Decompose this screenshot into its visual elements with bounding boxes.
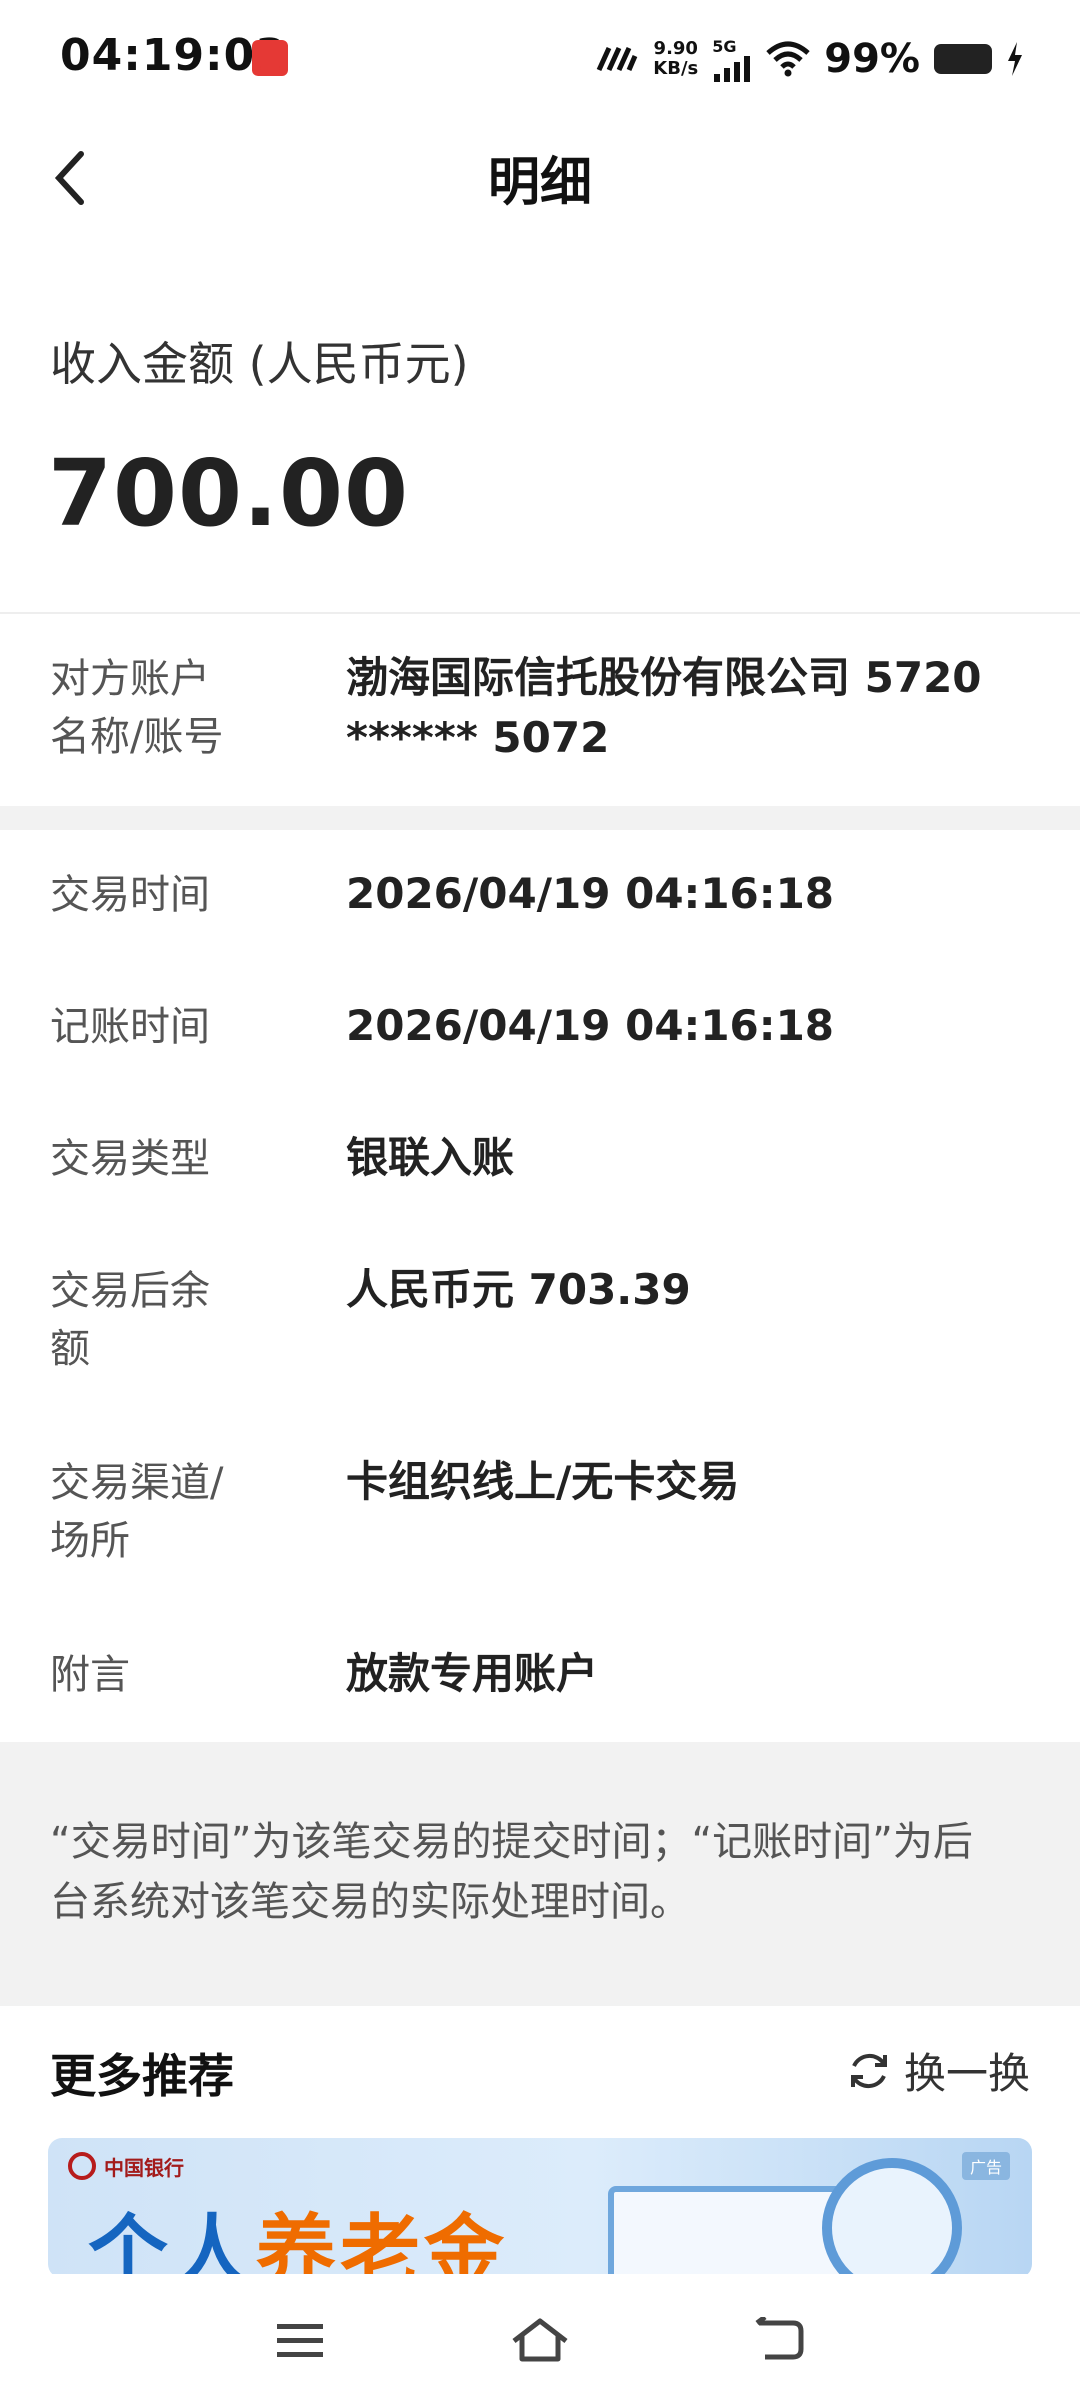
amount-label: 收入金额 (人民币元) [50,337,469,391]
banner-bank-name: 中国银行 [104,2156,184,2180]
back-nav-button[interactable] [740,2300,820,2380]
refresh-icon [850,2053,887,2088]
nfc-icon [597,46,638,72]
balance-value: 人民币元 703.39 [346,1265,691,1314]
trade-type-value: 银联入账 [346,1133,515,1182]
channel-value: 卡组织线上/无卡交易 [346,1457,740,1506]
net-speed: 9.90 KB/s [653,38,699,79]
notification-app-icon [252,40,288,76]
charging-icon [1008,42,1022,76]
signal-icon [714,55,751,82]
wifi-icon [766,41,810,77]
ad-tag: 广告 [961,2152,1010,2180]
page-title: 明细 [487,153,592,213]
status-icons: 9.90 KB/s 5G 99% [595,34,1024,84]
divider [0,612,1080,614]
home-button[interactable] [500,2300,580,2380]
refresh-label: 换一换 [903,2049,1030,2098]
refresh-button[interactable]: 换一换 [846,2040,1030,2101]
balance-label: 交易后余 额 [50,1268,210,1372]
home-icon [512,2318,568,2362]
section-gap [0,806,1080,830]
counterparty-value: 渤海国际信托股份有限公司 5720 ****** 5072 [346,653,982,762]
trade-time-value: 2026/04/19 04:16:18 [346,869,835,918]
back-arrow-icon [755,2317,804,2360]
menu-button[interactable] [260,2300,340,2380]
amount-value: 700.00 [48,440,410,547]
post-time-label: 记账时间 [50,1004,210,1050]
memo-label: 附言 [50,1652,130,1698]
bank-logo-icon [68,2152,96,2180]
magnifier-icon [822,2158,962,2278]
memo-value: 放款专用账户 [346,1649,599,1698]
trade-type-label: 交易类型 [50,1136,210,1182]
counterparty-label: 对方账户 名称/账号 [50,656,224,760]
menu-icon [277,2324,323,2357]
channel-label: 交易渠道/ 场所 [50,1460,224,1564]
banner-headline: 个人养老金 [88,2206,508,2278]
network-type: 5G [712,36,737,56]
promo-banner[interactable]: 中国银行 个人养老金 广告 [48,2138,1032,2278]
battery-percent: 99% [824,36,920,82]
battery-icon [934,44,992,74]
post-time-value: 2026/04/19 04:16:18 [346,1001,835,1050]
recommend-title: 更多推荐 [50,2049,234,2103]
notice-text: “交易时间”为该笔交易的提交时间；“记账时间”为后 台系统对该笔交易的实际处理时… [50,1819,973,1925]
trade-time-label: 交易时间 [50,872,210,918]
